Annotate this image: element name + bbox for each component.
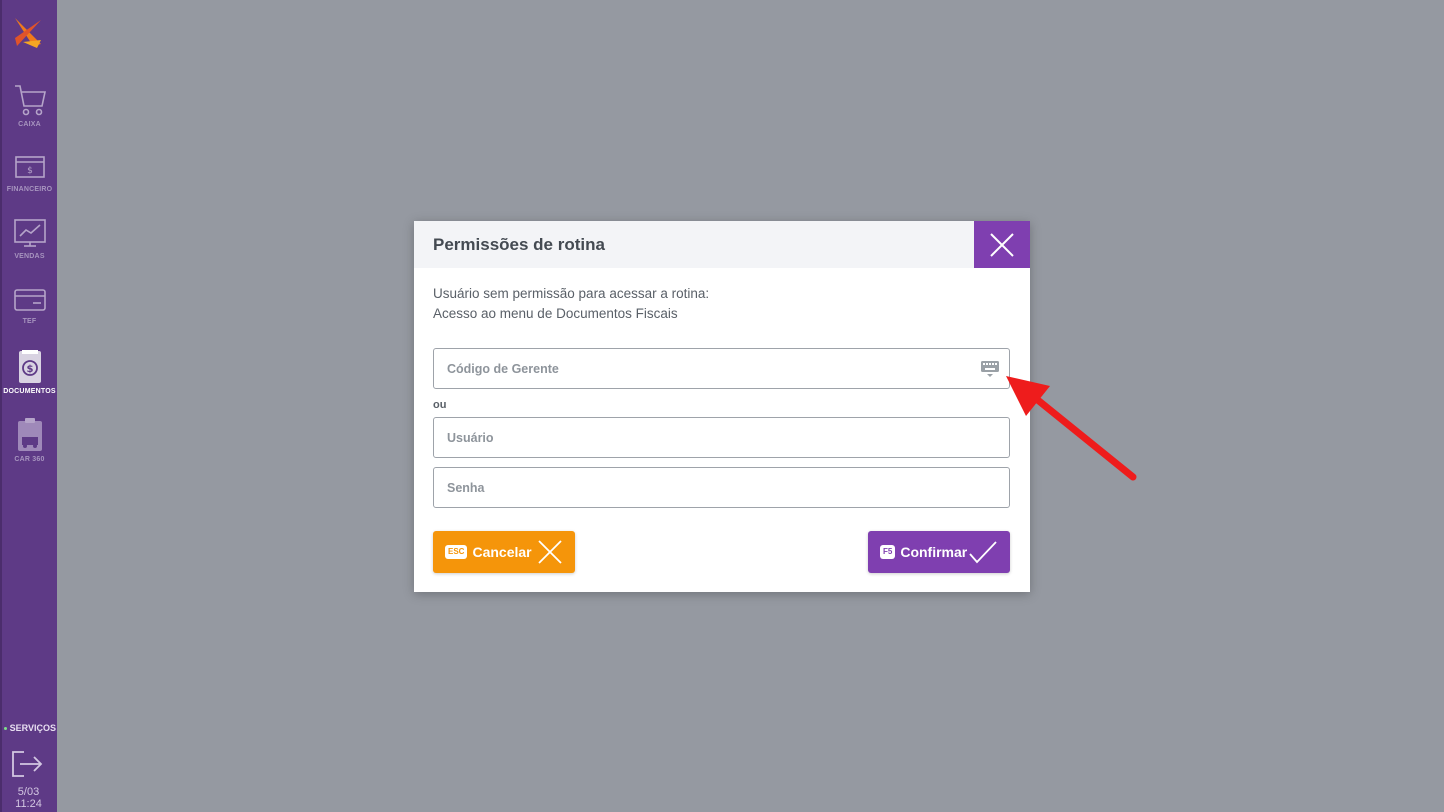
sidebar-item-label: TEF bbox=[22, 318, 37, 325]
message-line-2: Acesso ao menu de Documentos Fiscais bbox=[433, 306, 678, 321]
sidebar-item-car360[interactable]: CAR 360 bbox=[2, 417, 57, 463]
password-input[interactable] bbox=[434, 468, 1009, 507]
status-dot bbox=[3, 726, 7, 730]
sales-chart-icon bbox=[13, 219, 46, 247]
cart-icon bbox=[14, 85, 46, 116]
message-line-1: Usuário sem permissão para acessar a rot… bbox=[433, 286, 710, 301]
sidebar-item-label: VENDAS bbox=[14, 253, 45, 260]
close-icon bbox=[990, 232, 1014, 257]
svg-text:$: $ bbox=[26, 364, 33, 375]
time-display: 11:24 bbox=[15, 798, 42, 810]
manager-code-input[interactable] bbox=[434, 349, 1009, 388]
servicos-link[interactable]: SERVIÇOS bbox=[2, 723, 59, 733]
sidebar-item-label: CAR 360 bbox=[14, 456, 45, 463]
servicos-label: SERVIÇOS bbox=[9, 723, 56, 733]
confirm-button[interactable]: F5 Confirmar bbox=[868, 531, 1010, 573]
sidebar: CAIXA $ FINANCEIRO VENDAS TEF $ DOCUMENT… bbox=[0, 0, 57, 812]
cancel-button[interactable]: ESC Cancelar bbox=[433, 531, 575, 573]
clipboard-car-icon bbox=[17, 418, 42, 451]
sidebar-item-vendas[interactable]: VENDAS bbox=[2, 218, 57, 260]
check-icon bbox=[969, 541, 997, 564]
or-label: ou bbox=[433, 399, 447, 411]
sidebar-item-caixa[interactable]: CAIXA bbox=[2, 82, 57, 128]
x-icon bbox=[538, 540, 562, 564]
permission-message: Usuário sem permissão para acessar a rot… bbox=[433, 284, 709, 324]
keyboard-icon[interactable] bbox=[980, 360, 1000, 378]
user-input[interactable] bbox=[434, 418, 1009, 457]
dialog-title: Permissões de rotina bbox=[433, 235, 605, 254]
logout-icon[interactable] bbox=[10, 748, 44, 780]
manager-code-field[interactable] bbox=[433, 348, 1010, 389]
card-icon bbox=[13, 289, 46, 311]
annotation-arrow-icon bbox=[1006, 376, 1137, 481]
sidebar-item-label: FINANCEIRO bbox=[6, 186, 53, 193]
svg-text:$: $ bbox=[27, 166, 33, 176]
sidebar-item-documentos[interactable]: $ DOCUMENTOS bbox=[2, 349, 57, 395]
confirm-label: Confirmar bbox=[900, 544, 968, 560]
dialog-header: Permissões de rotina bbox=[414, 221, 1030, 268]
date-display: 5/03 bbox=[17, 786, 40, 798]
permission-dialog: Permissões de rotina Usuário sem permiss… bbox=[414, 221, 1030, 592]
close-button[interactable] bbox=[974, 221, 1030, 268]
document-dollar-icon: $ bbox=[18, 350, 41, 383]
app-logo-icon bbox=[15, 18, 41, 48]
cancel-label: Cancelar bbox=[472, 544, 532, 560]
sidebar-item-financeiro[interactable]: $ FINANCEIRO bbox=[2, 153, 57, 193]
user-field[interactable] bbox=[433, 417, 1010, 458]
esc-keycap: ESC bbox=[445, 545, 468, 559]
money-drawer-icon: $ bbox=[14, 156, 45, 178]
password-field[interactable] bbox=[433, 467, 1010, 508]
sidebar-item-label: CAIXA bbox=[18, 121, 41, 128]
sidebar-item-tef[interactable]: TEF bbox=[2, 287, 57, 325]
sidebar-item-label: DOCUMENTOS bbox=[3, 388, 56, 395]
f5-keycap: F5 bbox=[880, 545, 896, 559]
